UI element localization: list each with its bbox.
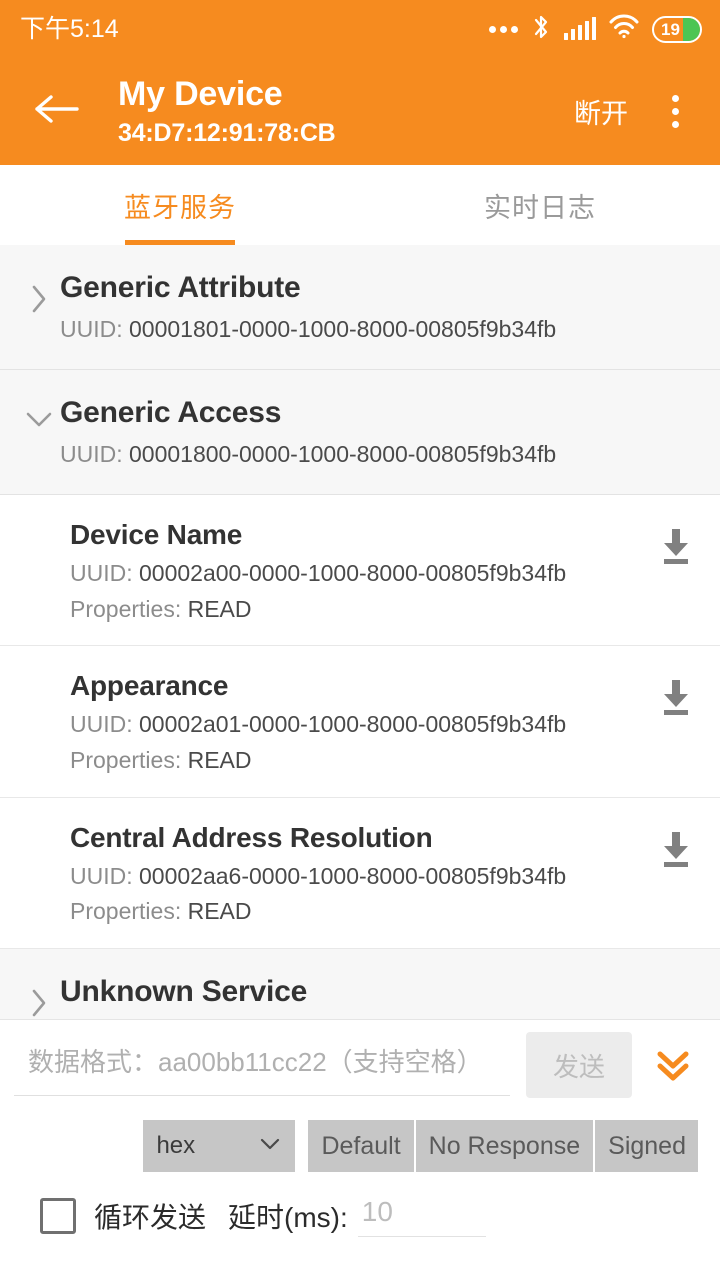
- status-time: 下午5:14: [20, 14, 119, 43]
- loop-send-label: 循环发送: [94, 1201, 207, 1233]
- characteristic-text: Central Address Resolution UUID: 00002aa…: [70, 820, 654, 926]
- tab-realtime-log[interactable]: 实时日志: [360, 165, 720, 245]
- back-button[interactable]: [28, 84, 84, 140]
- loop-send-row: 循环发送 延时(ms):: [14, 1194, 706, 1237]
- characteristic-properties: Properties: READ: [70, 596, 654, 624]
- double-chevron-down-icon[interactable]: [640, 1032, 706, 1098]
- tab-bluetooth-services[interactable]: 蓝牙服务: [0, 165, 360, 245]
- delay-input[interactable]: [357, 1194, 486, 1237]
- battery-level: 19: [661, 19, 680, 39]
- service-name: Generic Attribute: [60, 271, 301, 304]
- loop-send-checkbox[interactable]: [40, 1197, 76, 1234]
- data-format-value: hex: [156, 1132, 196, 1159]
- uuid-value: 00001800-0000-1000-8000-00805f9b34fb: [129, 440, 557, 467]
- service-uuid: UUID: 00001801-0000-1000-8000-00805f9b34…: [60, 316, 700, 344]
- data-format-select[interactable]: hex: [143, 1120, 296, 1172]
- options-row: hex Default No Response Signed: [14, 1120, 706, 1172]
- tab-realtime-log-label: 实时日志: [484, 192, 596, 223]
- app-bar-titles: My Device 34:D7:12:91:78:CB: [118, 75, 566, 147]
- download-icon[interactable]: [654, 517, 698, 567]
- properties-value: READ: [187, 595, 252, 622]
- uuid-label: UUID:: [70, 711, 139, 738]
- uuid-value: 00002a00-0000-1000-8000-00805f9b34fb: [139, 560, 567, 587]
- data-input[interactable]: [14, 1034, 510, 1096]
- status-bar: 下午5:14 19: [0, 0, 720, 58]
- characteristic-name: Central Address Resolution: [70, 821, 433, 853]
- properties-label: Properties:: [70, 746, 188, 773]
- service-row[interactable]: Generic Access UUID: 00001800-0000-1000-…: [0, 370, 720, 496]
- disconnect-button[interactable]: 断开: [566, 82, 636, 141]
- uuid-label: UUID:: [70, 862, 139, 889]
- properties-label: Properties:: [70, 898, 188, 925]
- service-name: Generic Access: [60, 396, 282, 430]
- service-uuid: UUID: 00001800-0000-1000-8000-00805f9b34…: [60, 441, 700, 469]
- page-title: My Device: [118, 75, 283, 114]
- uuid-label: UUID:: [70, 560, 139, 587]
- characteristic-row[interactable]: Appearance UUID: 00002a01-0000-1000-8000…: [0, 646, 720, 798]
- chevron-down-icon: [18, 394, 60, 430]
- characteristic-uuid: UUID: 00002aa6-0000-1000-8000-00805f9b34…: [70, 863, 654, 891]
- write-mode-group: Default No Response Signed: [308, 1120, 698, 1172]
- app-bar: My Device 34:D7:12:91:78:CB 断开: [0, 58, 720, 165]
- bluetooth-icon: [531, 14, 551, 45]
- uuid-value: 00001801-0000-1000-8000-00805f9b34fb: [129, 315, 557, 342]
- more-dots-icon: [488, 25, 518, 33]
- service-text: Generic Attribute UUID: 00001801-0000-10…: [60, 269, 700, 343]
- tab-bluetooth-services-label: 蓝牙服务: [124, 192, 236, 223]
- write-mode-signed-button[interactable]: Signed: [595, 1120, 698, 1172]
- battery-icon: 19: [652, 15, 702, 43]
- overflow-menu-icon[interactable]: [652, 84, 698, 140]
- characteristic-properties: Properties: READ: [70, 747, 654, 775]
- service-text: Generic Access UUID: 00001800-0000-1000-…: [60, 394, 700, 468]
- delay-label: 延时(ms):: [228, 1201, 348, 1233]
- send-button[interactable]: 发送: [526, 1032, 632, 1098]
- tab-bar: 蓝牙服务 实时日志: [0, 165, 720, 246]
- uuid-label: UUID:: [60, 440, 129, 467]
- send-row: 发送: [14, 1020, 706, 1102]
- characteristic-row[interactable]: Device Name UUID: 00002a00-0000-1000-800…: [0, 495, 720, 647]
- characteristic-row[interactable]: Central Address Resolution UUID: 00002aa…: [0, 797, 720, 949]
- send-panel: 发送 hex Default No Response Si: [0, 1020, 720, 1280]
- chevron-right-icon: [18, 973, 60, 1019]
- properties-value: READ: [187, 746, 252, 773]
- signal-icon: [563, 17, 596, 40]
- service-name: Unknown Service: [60, 974, 308, 1008]
- chevron-right-icon: [18, 269, 60, 315]
- service-row[interactable]: Generic Attribute UUID: 00001801-0000-10…: [0, 245, 720, 371]
- chevron-down-icon: [258, 1136, 282, 1157]
- characteristic-properties: Properties: READ: [70, 898, 654, 926]
- status-icon-group: 19: [488, 14, 702, 45]
- device-address: 34:D7:12:91:78:CB: [118, 118, 336, 147]
- characteristic-uuid: UUID: 00002a00-0000-1000-8000-00805f9b34…: [70, 560, 654, 588]
- uuid-value: 00002aa6-0000-1000-8000-00805f9b34fb: [139, 862, 567, 889]
- bluetooth-device-screen: 下午5:14 19 My Device 34:D7:12:91:78:CB 断开…: [0, 0, 720, 1280]
- characteristic-name: Device Name: [70, 519, 243, 551]
- characteristic-name: Appearance: [70, 670, 229, 702]
- properties-label: Properties:: [70, 595, 188, 622]
- download-icon[interactable]: [654, 820, 698, 870]
- download-icon[interactable]: [654, 668, 698, 718]
- write-mode-default-button[interactable]: Default: [308, 1120, 416, 1172]
- uuid-value: 00002a01-0000-1000-8000-00805f9b34fb: [139, 711, 567, 738]
- characteristic-text: Appearance UUID: 00002a01-0000-1000-8000…: [70, 668, 654, 774]
- uuid-label: UUID:: [60, 315, 129, 342]
- back-arrow-icon: [33, 92, 79, 131]
- write-mode-no-response-button[interactable]: No Response: [415, 1120, 596, 1172]
- characteristic-uuid: UUID: 00002a01-0000-1000-8000-00805f9b34…: [70, 711, 654, 739]
- characteristic-text: Device Name UUID: 00002a00-0000-1000-800…: [70, 517, 654, 623]
- wifi-icon: [609, 14, 639, 44]
- properties-value: READ: [187, 898, 252, 925]
